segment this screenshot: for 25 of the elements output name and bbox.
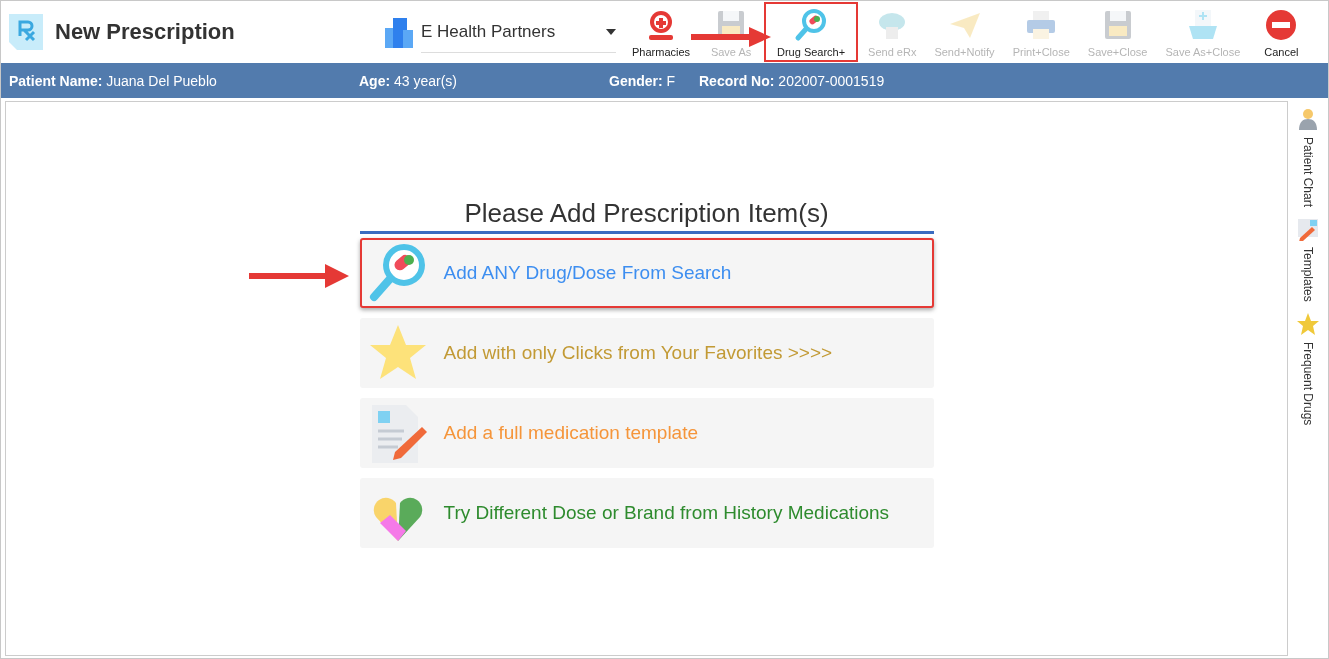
sidebar-tab[interactable]: Frequent Drugs <box>1296 311 1320 426</box>
caret-icon <box>606 28 616 35</box>
magnifier-pill-icon <box>794 8 829 42</box>
toolbar-button[interactable]: Drug Search+ <box>764 2 859 62</box>
sidebar-tab[interactable]: Patient Chart <box>1296 107 1320 208</box>
document-pencil-icon <box>1296 217 1320 242</box>
prescription-icon <box>7 12 45 52</box>
patient-field: Patient Name: Juana Del Pueblo <box>9 72 359 89</box>
add-option-button[interactable]: Add with only Clicks from Your Favorites >>>> <box>359 318 934 388</box>
patient-field: Gender: F <box>609 72 699 89</box>
add-option-button[interactable]: Try Different Dose or Brand from History Medications <box>359 478 934 548</box>
patient-field: Record No: 202007-0001519 <box>699 72 999 89</box>
cancel-icon <box>1264 8 1299 42</box>
patient-field: Age: 43 year(s) <box>359 72 609 89</box>
clinic-dropdown[interactable]: E Health Partners <box>421 11 616 53</box>
star-icon <box>1296 311 1320 336</box>
sidebar-tab[interactable]: Templates <box>1296 217 1320 302</box>
doctor-figure-icon <box>1296 107 1320 131</box>
window-title: New Prescription <box>55 19 235 45</box>
toolbar-button[interactable]: Pharmacies <box>624 2 699 62</box>
buildings-icon <box>383 16 415 48</box>
section-heading: Please Add Prescription Item(s) <box>359 198 934 234</box>
toolbar-button[interactable]: Cancel <box>1250 2 1313 62</box>
add-option-button[interactable]: Add ANY Drug/Dose From Search <box>359 238 934 308</box>
add-option-button[interactable]: Add a full medication template <box>359 398 934 468</box>
